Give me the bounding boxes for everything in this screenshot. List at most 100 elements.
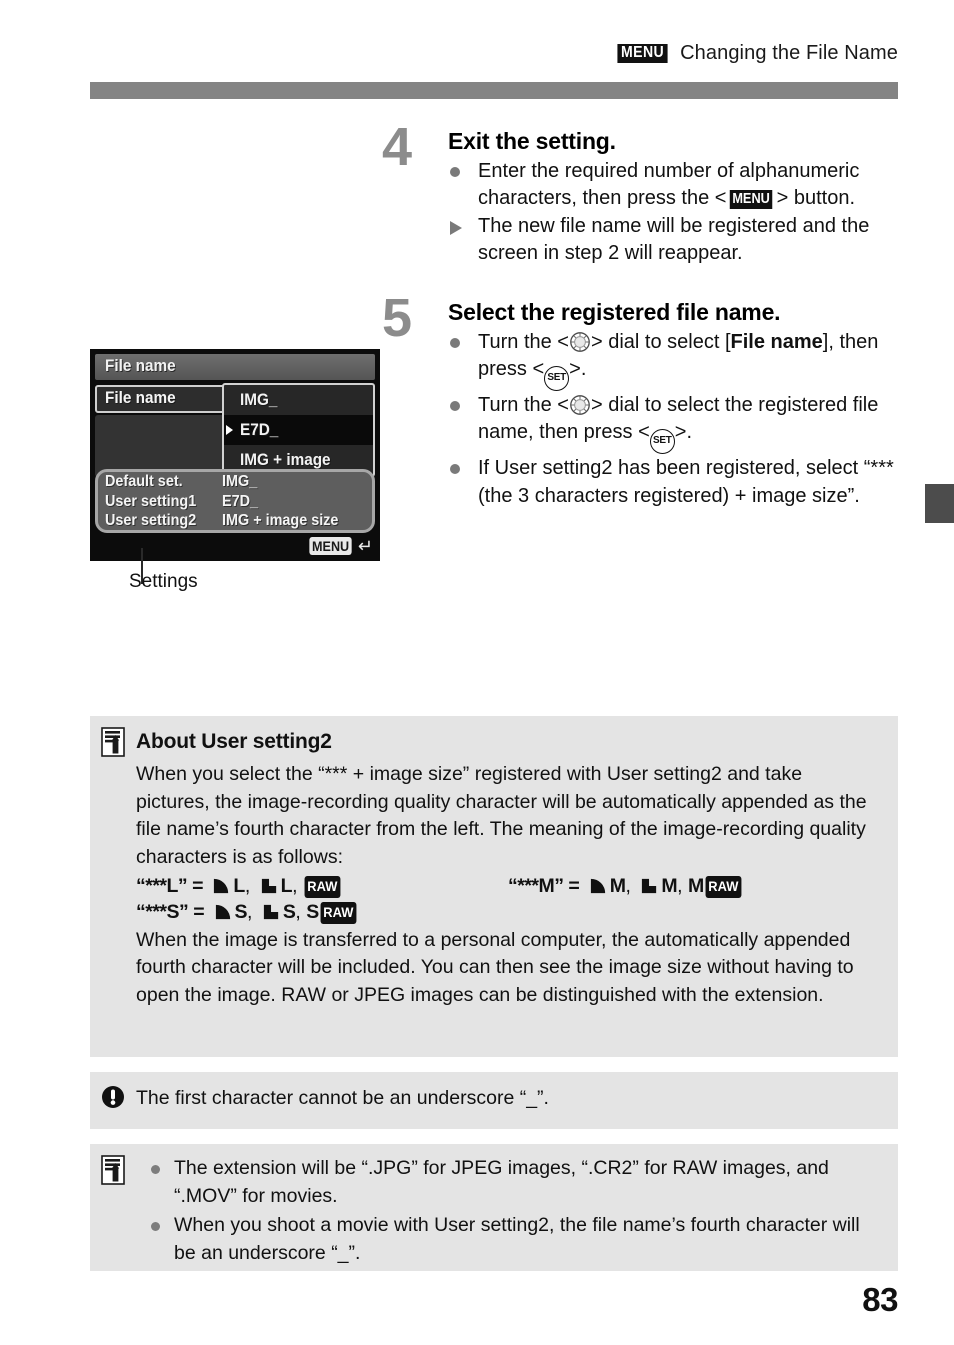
lcd-settings-panel: Default set. IMG_ User setting1 E7D_ Use… [95, 469, 375, 533]
step-5-bullets: Turn the < > dial to select [File name], … [448, 329, 906, 510]
lcd-setting-key: Default set. [105, 473, 183, 490]
quality-letter: L [280, 874, 293, 897]
quality-cell-L: “***L” = L, L, RAW [136, 873, 508, 900]
bullet-enter-characters: Enter the required number of alphanumeri… [448, 158, 906, 212]
lcd-option-img[interactable]: IMG_ [224, 385, 373, 415]
bullet-text: The new file name will be registered and… [478, 215, 870, 265]
chapter-tab-marker [925, 484, 954, 523]
bullet-seg-4: >. [569, 358, 587, 381]
bullet-seg-4: >. [674, 421, 693, 444]
quality-code-L: “***L” = [136, 874, 203, 897]
fine-quality-icon [214, 902, 233, 921]
bullet-triangle-icon [450, 213, 462, 243]
lcd-title-text: File name [105, 356, 176, 375]
lcd-setting-key: User setting1 [105, 492, 197, 510]
lcd-row-label: File name [105, 388, 176, 407]
normal-quality-icon [262, 902, 281, 921]
quality-code-M: “***M” = [508, 874, 580, 897]
quality-cell-M: “***M” = M, M, M RAW [508, 873, 742, 900]
note-about-paragraph-1: When you select the “*** + image size” r… [136, 762, 867, 868]
note-about-body: About User setting2 When you select the … [90, 716, 898, 1020]
quality-letter: M [609, 874, 626, 897]
list-item: When you shoot a movie with User setting… [148, 1212, 872, 1267]
note-about-user-setting2: About User setting2 When you select the … [90, 716, 898, 1057]
bullet-text-post: > button. [776, 186, 856, 209]
quality-letter: S [306, 901, 319, 924]
note-caution-body: The first character cannot be an undersc… [90, 1072, 898, 1123]
note-tips-list: The extension will be “.JPG” for JPEG im… [148, 1155, 872, 1268]
lcd-dropdown-list[interactable]: IMG_ E7D_ IMG + image size [222, 383, 375, 477]
menu-item-file-name: File name [730, 331, 823, 354]
raw-badge-icon: RAW [320, 902, 356, 925]
bullet-text: If User setting2 has been registered, se… [478, 457, 894, 507]
quality-letter: M [661, 874, 678, 897]
step-5: 5 Select the registered file name. Turn … [382, 291, 906, 510]
lcd-setting-user2: User setting2 IMG + image size [98, 511, 372, 531]
bullet-seg-1: Turn the < [478, 331, 569, 354]
step-4-number: 4 [382, 117, 412, 177]
lcd-screen: File name File name IMG_ E7D_ IMG + imag… [90, 349, 380, 561]
note-pencil-icon [101, 727, 125, 757]
quality-letter: L [233, 874, 245, 897]
lcd-setting-value: IMG_ [222, 473, 258, 490]
quality-cell-S: “***S” = S, S, S RAW [136, 899, 508, 926]
quality-row-L: “***L” = L, L, RAW “***M” = M, M, M RAW [136, 873, 872, 900]
bullet-user-setting2: If User setting2 has been registered, se… [448, 455, 906, 509]
lcd-setting-key: User setting2 [105, 512, 197, 529]
note-caution-text: The first character cannot be an undersc… [136, 1087, 549, 1109]
quality-row-S: “***S” = S, S, S RAW [136, 899, 872, 926]
lcd-setting-default: Default set. IMG_ [98, 472, 372, 492]
quick-control-dial-icon [569, 394, 591, 416]
quick-control-dial-icon [569, 331, 591, 353]
fine-quality-icon [589, 876, 608, 895]
lcd-setting-value: IMG + image size [222, 512, 339, 529]
fine-quality-icon [212, 876, 231, 895]
quality-letter: M [687, 874, 704, 897]
bullet-seg-2: > dial to select [ [590, 331, 731, 354]
note-caution: The first character cannot be an undersc… [90, 1072, 898, 1129]
bullet-seg-1: Turn the < [478, 394, 569, 417]
step-4-bullets: Enter the required number of alphanumeri… [448, 158, 906, 268]
bullet-select-registered-name: Turn the < > dial to select the registere… [448, 392, 906, 455]
note-about-paragraph-2: When the image is transferred to a perso… [136, 928, 854, 1006]
page-title: Changing the File Name [680, 42, 898, 64]
menu-button-icon: MENU [730, 189, 773, 209]
caution-icon [101, 1085, 125, 1115]
steps-column: 4 Exit the setting. Enter the required n… [382, 120, 906, 524]
header-rule [90, 82, 898, 99]
bullet-name-registered: The new file name will be registered and… [448, 213, 906, 267]
lcd-menu-return[interactable]: MENU ↵ [307, 537, 373, 555]
lcd-option-e7d-selected[interactable]: E7D_ [224, 415, 373, 445]
set-button-icon: SET [649, 429, 675, 455]
step-4-title: Exit the setting. [448, 128, 616, 154]
menu-badge-icon: MENU [617, 43, 668, 64]
menu-badge-icon: MENU [309, 537, 352, 555]
lcd-setting-user1: User setting1 E7D_ [98, 492, 372, 512]
normal-quality-icon [640, 876, 659, 895]
bullet-dot-icon [450, 329, 460, 356]
bullet-dot-icon [450, 392, 460, 419]
step-5-title: Select the registered file name. [448, 299, 781, 326]
page-number: 83 [862, 1281, 898, 1318]
raw-badge-icon: RAW [304, 875, 341, 898]
step-4: 4 Exit the setting. Enter the required n… [382, 120, 906, 268]
note-pencil-icon [101, 1155, 125, 1185]
bullet-dot-icon [450, 455, 460, 482]
bullet-dot-icon [450, 158, 460, 185]
quality-letter: S [282, 901, 296, 924]
raw-badge-icon: RAW [705, 875, 741, 898]
note-tips: The extension will be “.JPG” for JPEG im… [90, 1144, 898, 1271]
return-arrow-icon: ↵ [357, 536, 373, 556]
lcd-title-bar: File name [95, 354, 375, 380]
running-head: MENU Changing the File Name [614, 42, 898, 65]
lcd-setting-value: E7D_ [222, 492, 259, 510]
list-item: The extension will be “.JPG” for JPEG im… [148, 1155, 872, 1210]
note-tips-body: The extension will be “.JPG” for JPEG im… [90, 1144, 898, 1280]
normal-quality-icon [260, 876, 279, 895]
quality-character-table: “***L” = L, L, RAW “***M” = M, M, M RAW “… [136, 873, 872, 926]
lcd-figure: File name File name IMG_ E7D_ IMG + imag… [90, 349, 380, 592]
set-button-icon: SET [544, 366, 570, 392]
figure-caption: Settings [129, 571, 198, 592]
quality-letter: S [234, 901, 248, 924]
bullet-select-file-name: Turn the < > dial to select [File name], … [448, 329, 906, 392]
